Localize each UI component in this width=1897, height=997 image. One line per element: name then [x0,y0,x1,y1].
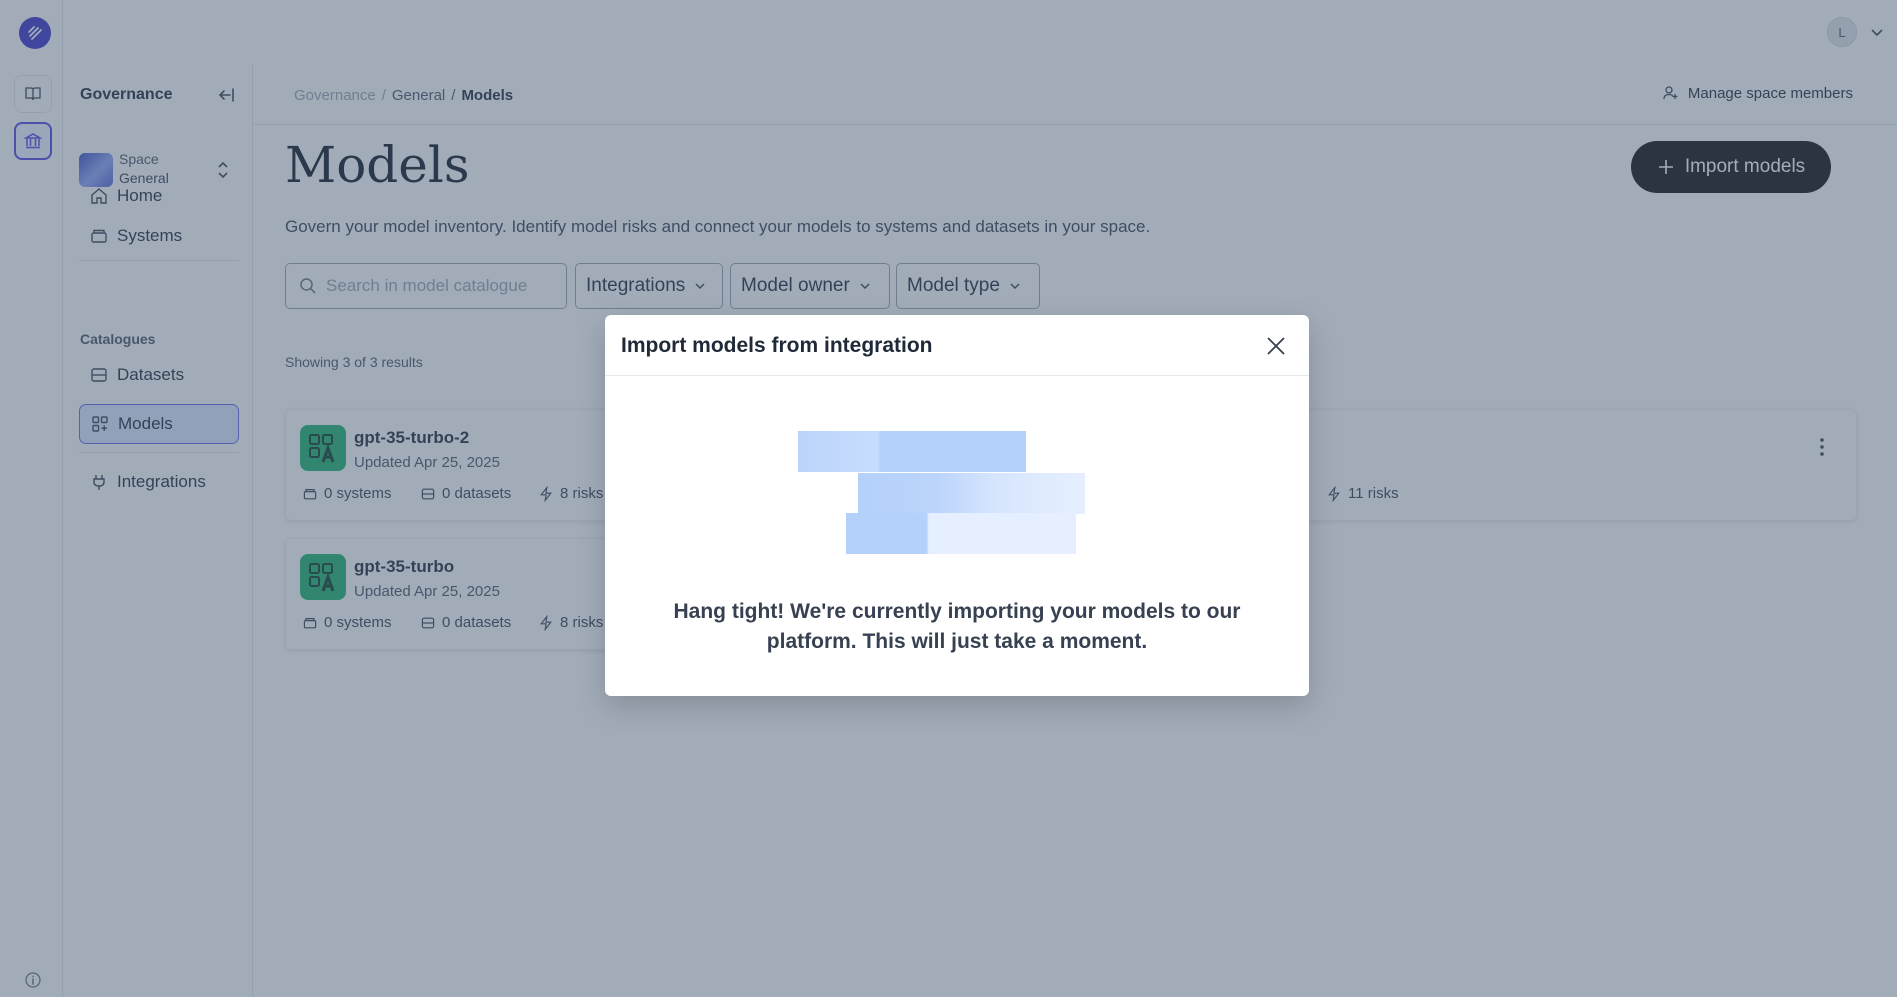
modal-title: Import models from integration [621,334,933,357]
divider [605,375,1309,376]
modal-message: Hang tight! We're currently importing yo… [673,600,1241,653]
skeleton-bar [798,431,1026,472]
skeleton-bar [846,513,1076,554]
import-modal: Import models from integration Hang tigh… [605,315,1309,696]
close-button[interactable] [1261,331,1291,361]
close-icon [1267,337,1285,355]
skeleton-bar [858,473,1085,514]
loading-skeleton [798,431,1090,559]
